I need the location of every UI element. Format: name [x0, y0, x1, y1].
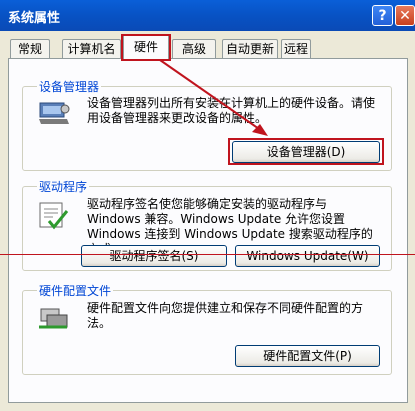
tab-automatic-updates[interactable]: 自动更新 [222, 39, 278, 58]
hardware-profiles-title: 硬件配置文件 [37, 282, 114, 299]
tab-general[interactable]: 常规 [10, 39, 50, 58]
tab-strip: 常规 计算机名 硬件 高级 自动更新 远程 [0, 34, 415, 59]
device-manager-title: 设备管理器 [37, 78, 102, 95]
window-title: 系统属性 [8, 11, 61, 26]
close-button[interactable]: ✕ [395, 5, 415, 26]
help-button[interactable]: ? [372, 5, 393, 26]
hardware-tab-highlight [121, 34, 171, 61]
driver-signing-icon [39, 202, 69, 230]
drivers-title: 驱动程序 [37, 178, 90, 195]
tab-remote[interactable]: 远程 [281, 39, 311, 58]
hardware-profiles-description: 硬件配置文件向您提供建立和保存不同硬件配置的方法。 [87, 301, 364, 330]
annotation-line [0, 254, 415, 255]
title-bar: 系统属性 ? ✕ [0, 0, 415, 31]
hardware-profiles-button[interactable]: 硬件配置文件(P) [235, 345, 380, 367]
tab-computer-name[interactable]: 计算机名 [62, 39, 121, 58]
hardware-profiles-icon [39, 308, 68, 329]
device-manager-description: 设备管理器列出所有安装在计算机上的硬件设备。请使用设备管理器来更改设备的属性。 [87, 96, 376, 125]
tab-advanced[interactable]: 高级 [172, 39, 216, 58]
driver-signing-button[interactable]: 驱动程序签名(S) [81, 245, 227, 267]
windows-update-button[interactable]: Windows Update(W) [235, 245, 380, 267]
device-manager-icon [39, 102, 70, 124]
device-manager-button-highlight [228, 138, 384, 165]
